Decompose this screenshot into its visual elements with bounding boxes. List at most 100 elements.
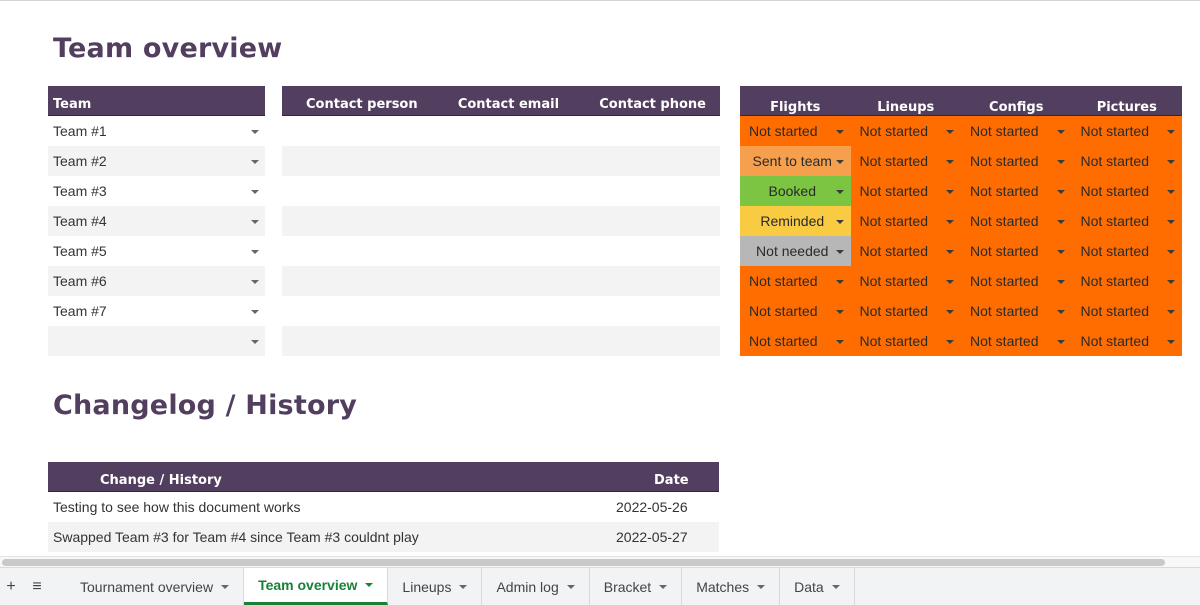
chevron-down-icon[interactable] xyxy=(946,250,954,254)
status-dropdown[interactable]: Booked xyxy=(740,176,851,206)
chevron-down-icon[interactable] xyxy=(946,340,954,344)
chevron-down-icon[interactable] xyxy=(1056,310,1065,314)
chevron-down-icon[interactable] xyxy=(1167,280,1175,284)
chevron-down-icon[interactable] xyxy=(946,190,954,194)
status-dropdown[interactable]: Not started xyxy=(850,146,961,176)
status-dropdown[interactable]: Not started xyxy=(1071,206,1182,236)
sheet-tab[interactable]: Lineups xyxy=(388,568,483,605)
status-dropdown[interactable]: Not started xyxy=(961,236,1072,266)
contact-row[interactable] xyxy=(282,236,720,266)
contact-row[interactable] xyxy=(282,266,720,296)
chevron-down-icon[interactable] xyxy=(566,584,575,589)
status-dropdown[interactable]: Not started xyxy=(961,176,1072,206)
chevron-down-icon[interactable] xyxy=(757,584,766,589)
status-dropdown[interactable]: Not started xyxy=(961,326,1072,356)
chevron-down-icon[interactable] xyxy=(251,340,259,344)
chevron-down-icon[interactable] xyxy=(1056,220,1065,224)
chevron-down-icon[interactable] xyxy=(251,220,259,224)
status-dropdown[interactable]: Not started xyxy=(1071,266,1182,296)
chevron-down-icon[interactable] xyxy=(251,250,259,254)
chevron-down-icon[interactable] xyxy=(1056,190,1065,194)
status-dropdown[interactable]: Not started xyxy=(850,326,961,356)
chevron-down-icon[interactable] xyxy=(1167,250,1175,254)
sheet-tab[interactable]: Team overview xyxy=(244,568,389,605)
chevron-down-icon[interactable] xyxy=(835,160,844,164)
chevron-down-icon[interactable] xyxy=(1167,190,1175,194)
status-dropdown[interactable]: Not started xyxy=(740,326,851,356)
chevron-down-icon[interactable] xyxy=(835,280,844,284)
chevron-down-icon[interactable] xyxy=(459,584,468,589)
status-dropdown[interactable]: Not started xyxy=(1071,146,1182,176)
status-dropdown[interactable]: Sent to team xyxy=(740,146,851,176)
chevron-down-icon[interactable] xyxy=(251,160,259,164)
chevron-down-icon[interactable] xyxy=(946,160,954,164)
chevron-down-icon[interactable] xyxy=(835,130,844,134)
chevron-down-icon[interactable] xyxy=(946,220,954,224)
status-dropdown[interactable]: Not started xyxy=(850,236,961,266)
contact-row[interactable] xyxy=(282,116,720,146)
chevron-down-icon[interactable] xyxy=(835,190,844,194)
status-dropdown[interactable]: Not started xyxy=(850,266,961,296)
status-dropdown[interactable]: Not started xyxy=(740,116,851,146)
sheet-tab[interactable]: Data xyxy=(780,568,855,605)
status-dropdown[interactable]: Not started xyxy=(740,266,851,296)
status-dropdown[interactable]: Not started xyxy=(850,116,961,146)
chevron-down-icon[interactable] xyxy=(251,280,259,284)
chevron-down-icon[interactable] xyxy=(1167,220,1175,224)
scrollbar-thumb[interactable] xyxy=(2,559,1165,566)
contact-row[interactable] xyxy=(282,296,720,326)
status-dropdown[interactable]: Not started xyxy=(1071,236,1182,266)
status-dropdown[interactable]: Not started xyxy=(961,206,1072,236)
team-row[interactable]: Team #5 xyxy=(48,236,265,266)
sheet-tab[interactable]: Bracket xyxy=(590,568,683,605)
chevron-down-icon[interactable] xyxy=(1167,160,1175,164)
status-dropdown[interactable]: Not started xyxy=(850,206,961,236)
chevron-down-icon[interactable] xyxy=(365,583,374,587)
status-dropdown[interactable]: Not needed xyxy=(740,236,851,266)
chevron-down-icon[interactable] xyxy=(1056,250,1065,254)
chevron-down-icon[interactable] xyxy=(946,310,954,314)
team-row[interactable]: Team #6 xyxy=(48,266,265,296)
sheet-tab[interactable]: Admin log xyxy=(482,568,590,605)
sheet-tab[interactable]: Tournament overview xyxy=(66,568,245,605)
chevron-down-icon[interactable] xyxy=(835,220,844,224)
status-dropdown[interactable]: Not started xyxy=(850,176,961,206)
chevron-down-icon[interactable] xyxy=(1167,130,1175,134)
chevron-down-icon[interactable] xyxy=(835,340,844,344)
status-dropdown[interactable]: Not started xyxy=(961,116,1072,146)
status-dropdown[interactable]: Not started xyxy=(1071,296,1182,326)
chevron-down-icon[interactable] xyxy=(251,130,259,134)
chevron-down-icon[interactable] xyxy=(831,584,840,589)
status-dropdown[interactable]: Not started xyxy=(961,266,1072,296)
changelog-row[interactable]: Testing to see how this document works 20… xyxy=(48,492,719,522)
team-row[interactable]: Team #2 xyxy=(48,146,265,176)
status-dropdown[interactable]: Not started xyxy=(1071,176,1182,206)
chevron-down-icon[interactable] xyxy=(221,584,230,589)
sheet-tab[interactable]: Matches xyxy=(682,568,781,605)
contact-row[interactable] xyxy=(282,176,720,206)
team-row[interactable]: Team #7 xyxy=(48,296,265,326)
chevron-down-icon[interactable] xyxy=(835,310,844,314)
team-row[interactable]: Team #3 xyxy=(48,176,265,206)
chevron-down-icon[interactable] xyxy=(946,130,954,134)
status-dropdown[interactable]: Not started xyxy=(1071,326,1182,356)
status-dropdown[interactable]: Not started xyxy=(850,296,961,326)
chevron-down-icon[interactable] xyxy=(251,310,259,314)
status-dropdown[interactable]: Not started xyxy=(1071,116,1182,146)
contact-row[interactable] xyxy=(282,326,720,356)
chevron-down-icon[interactable] xyxy=(946,280,954,284)
team-row[interactable] xyxy=(48,326,265,356)
chevron-down-icon[interactable] xyxy=(659,584,668,589)
status-dropdown[interactable]: Not started xyxy=(740,296,851,326)
chevron-down-icon[interactable] xyxy=(1056,130,1065,134)
status-dropdown[interactable]: Not started xyxy=(961,296,1072,326)
team-row[interactable]: Team #1 xyxy=(48,116,265,146)
chevron-down-icon[interactable] xyxy=(1167,340,1175,344)
horizontal-scrollbar[interactable] xyxy=(0,556,1200,567)
status-dropdown[interactable]: Reminded xyxy=(740,206,851,236)
menu-icon[interactable]: ≡ xyxy=(22,568,52,605)
status-dropdown[interactable]: Not started xyxy=(961,146,1072,176)
chevron-down-icon[interactable] xyxy=(1167,310,1175,314)
chevron-down-icon[interactable] xyxy=(1056,280,1065,284)
changelog-row[interactable]: Swapped Team #3 for Team #4 since Team #… xyxy=(48,522,719,552)
